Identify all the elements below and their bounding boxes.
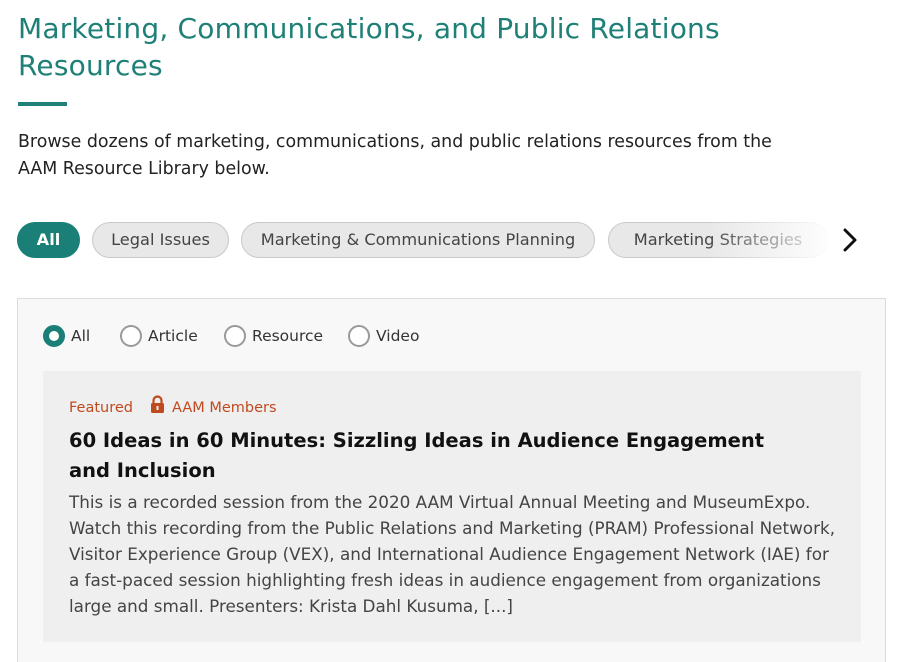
radio-article[interactable]: Article <box>120 323 210 349</box>
page-title: Marketing, Communications, and Public Re… <box>18 12 720 82</box>
radio-all[interactable]: All <box>43 323 103 349</box>
title-underline <box>18 102 67 106</box>
chevron-right-icon[interactable] <box>837 224 863 256</box>
radio-button <box>224 325 246 347</box>
intro-text: Browse dozens of marketing, communicatio… <box>18 132 772 179</box>
lock-icon <box>150 395 165 413</box>
radio-video[interactable]: Video <box>348 323 428 349</box>
radio-label: Article <box>148 327 198 345</box>
featured-label: Featured <box>69 400 133 416</box>
resource-description: This is a recorded session from the 2020… <box>69 492 836 616</box>
category-pills: All Legal Issues Marketing & Communicati… <box>17 222 832 259</box>
pill-marketing-strategies[interactable]: Marketing Strategies <box>608 222 828 258</box>
resource-card[interactable]: Featured AAM Members 60 Ideas in 60 Minu… <box>43 371 861 642</box>
radio-label: All <box>71 327 91 345</box>
radio-label: Resource <box>252 327 324 345</box>
results-panel: All Article Resource Video Featured AAM … <box>17 298 886 662</box>
pill-all[interactable]: All <box>17 222 80 258</box>
pill-marketing-communications-planning[interactable]: Marketing & Communications Planning <box>241 222 595 258</box>
radio-label: Video <box>376 327 420 345</box>
pill-legal-issues[interactable]: Legal Issues <box>92 222 229 258</box>
radio-button <box>43 325 65 347</box>
radio-button <box>348 325 370 347</box>
category-filter-bar: All Legal Issues Marketing & Communicati… <box>17 222 887 259</box>
radio-resource[interactable]: Resource <box>224 323 334 349</box>
radio-button <box>120 325 142 347</box>
resource-title[interactable]: 60 Ideas in 60 Minutes: Sizzling Ideas i… <box>69 426 789 486</box>
access-label: AAM Members <box>172 400 277 416</box>
